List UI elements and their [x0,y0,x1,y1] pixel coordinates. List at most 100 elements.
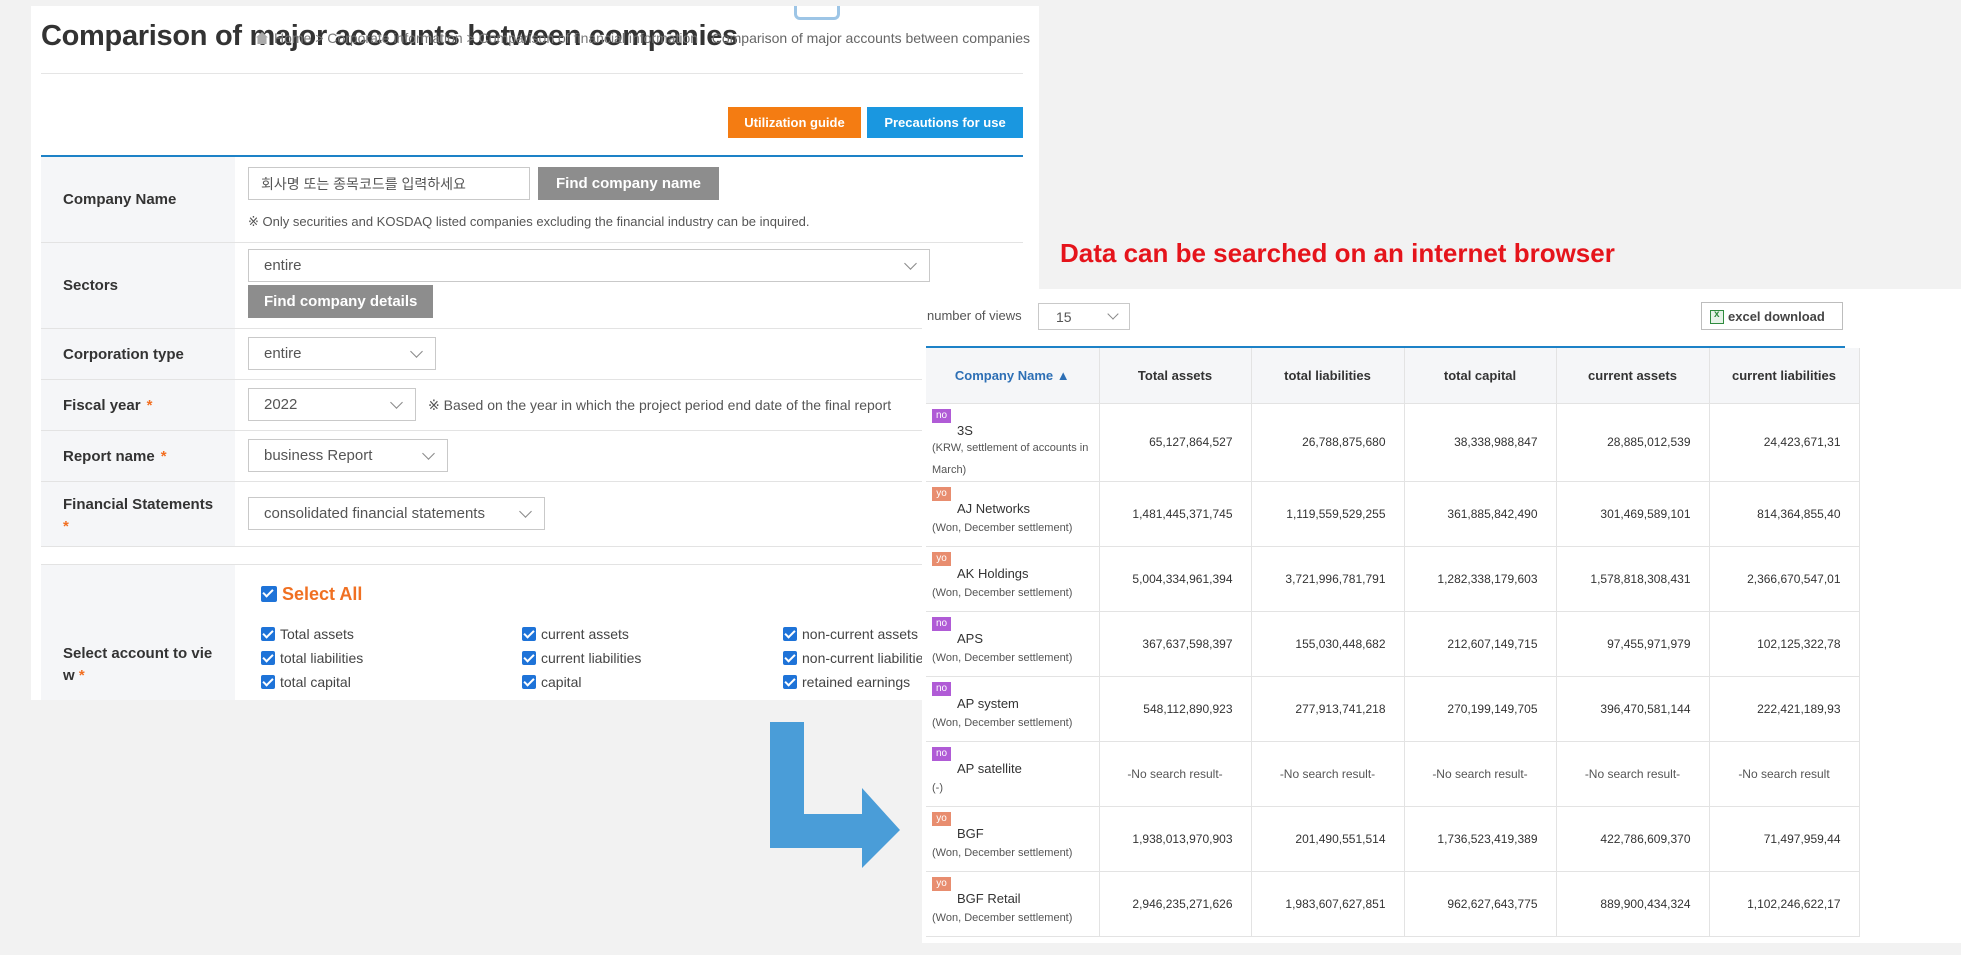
account-checkbox-current-assets[interactable]: current assets [522,626,629,642]
column-header-total-capital[interactable]: total capital [1404,348,1557,404]
value-cell: 65,127,864,527 [1099,403,1252,482]
company-name-link[interactable]: AJ Networks [932,501,1098,517]
company-cell[interactable]: no AP system (Won, December settlement) [926,676,1100,742]
column-header-company-name[interactable]: Company Name ▲ [926,348,1100,404]
company-name-link[interactable]: BGF Retail [932,891,1098,907]
account-checkbox-non-current-assets[interactable]: non-current assets [783,626,918,642]
account-checkbox-current-liabilities[interactable]: current liabilities [522,650,641,666]
corporation-type-select[interactable]: entire [248,337,436,370]
company-cell[interactable]: no 3S (KRW, settlement of accounts in Marc… [926,403,1100,482]
select-account-label-line2: w [63,667,75,684]
value-cell: -No search result- [1404,741,1557,807]
account-checkbox-total-liabilities[interactable]: total liabilities [261,650,363,666]
value-cell: 201,490,551,514 [1251,806,1405,872]
value-cell: 26,788,875,680 [1251,403,1405,482]
settlement-info: (Won, December settlement) [932,846,1073,859]
chevron-down-icon [390,396,403,409]
checkbox-checked-icon [261,651,275,665]
report-name-label-text: Report name [63,447,155,465]
company-cell[interactable]: no AP satellite (-) [926,741,1100,807]
fiscal-year-select[interactable]: 2022 [248,388,416,421]
company-name-link[interactable]: AK Holdings [932,566,1098,582]
company-cell[interactable]: no APS (Won, December settlement) [926,611,1100,677]
fiscal-year-note: ※ Based on the year in which the project… [428,397,892,413]
required-mark: * [146,396,153,414]
company-cell[interactable]: yo AJ Networks (Won, December settlement) [926,481,1100,547]
sectors-value: entire [264,257,302,274]
breadcrumb: Home > Corporate information > Compariso… [256,30,1030,46]
table-row[interactable]: no 3S (KRW, settlement of accounts in Marc… [926,403,1860,482]
corporation-type-label: Corporation type [41,329,235,379]
company-name-row: Company Name 회사명 또는 종목코드를 입력하세요 Find com… [41,157,1023,243]
select-account-section: Select account to vie w * Select All Tot… [41,564,1023,700]
home-icon[interactable] [256,32,268,44]
checkbox-checked-icon [783,651,797,665]
account-checkbox-retained-earnings[interactable]: retained earnings [783,674,910,690]
checkbox-checked-icon [783,675,797,689]
account-label: capital [541,674,582,690]
utilization-guide-button[interactable]: Utilization guide [728,107,861,138]
account-checkbox-capital[interactable]: capital [522,674,581,690]
chevron-down-icon [519,505,532,518]
chevron-down-icon [422,447,435,460]
value-cell: -No search result- [1556,741,1710,807]
company-cell[interactable]: yo BGF Retail (Won, December settlement) [926,871,1100,937]
checkbox-checked-icon [522,627,536,641]
views-value: 15 [1056,308,1072,325]
checkbox-checked-icon [261,675,275,689]
company-name-link[interactable]: AP system [932,696,1098,712]
column-header-total-liabilities[interactable]: total liabilities [1251,348,1405,404]
column-header-current-liabilities[interactable]: current liabilities [1709,348,1860,404]
breadcrumb-trail[interactable]: Home > Corporate information > Compariso… [274,30,712,46]
market-badge: yo [932,486,951,501]
table-row[interactable]: yo AJ Networks (Won, December settlement) 1… [926,481,1860,547]
value-cell: -No search result- [1099,741,1252,807]
arrow-down-right-icon [770,722,900,868]
company-name-link[interactable]: APS [932,631,1098,647]
company-cell[interactable]: yo BGF (Won, December settlement) [926,806,1100,872]
table-row[interactable]: no APS (Won, December settlement) 367,637,5… [926,611,1860,677]
table-row[interactable]: yo AK Holdings (Won, December settlement) 5… [926,546,1860,612]
account-checkbox-non-current-liabilities[interactable]: non-current liabilities [783,650,930,666]
account-label: retained earnings [802,674,911,690]
fiscal-year-value: 2022 [264,396,298,413]
value-cell: 1,983,607,627,851 [1251,871,1405,937]
value-cell: 71,497,959,44 [1709,806,1860,872]
account-checkbox-total-capital[interactable]: total capital [261,674,351,690]
find-company-details-button[interactable]: Find company details [248,285,434,318]
table-row[interactable]: yo BGF (Won, December settlement) 1,938,013… [926,806,1860,872]
checkbox-checked-icon [261,627,275,641]
value-cell: 270,199,149,705 [1404,676,1557,742]
fiscal-year-label: Fiscal year * [41,380,235,430]
table-row[interactable]: no AP system (Won, December settlement) 548… [926,676,1860,742]
company-name-link[interactable]: BGF [932,826,1098,842]
views-select[interactable]: 15 [1038,303,1130,330]
sectors-select[interactable]: entire [248,249,930,282]
value-cell: 3,721,996,781,791 [1251,546,1405,612]
table-row[interactable]: yo BGF Retail (Won, December settlement) 2,… [926,871,1860,937]
account-label: non-current assets [802,626,918,642]
checkbox-checked-icon [522,675,536,689]
value-cell: 1,119,559,529,255 [1251,481,1405,547]
company-cell[interactable]: yo AK Holdings (Won, December settlement) [926,546,1100,612]
views-label: number of views [927,308,1022,323]
window-tab-icon [794,6,840,20]
market-badge: yo [932,551,951,566]
excel-download-button[interactable]: excel download [1701,302,1843,330]
report-name-label: Report name * [41,431,235,481]
report-name-select[interactable]: business Report [248,439,448,472]
column-header-total-assets[interactable]: Total assets [1099,348,1252,404]
account-label: current liabilities [541,650,642,666]
precautions-button[interactable]: Precautions for use [867,107,1023,138]
excel-icon [1710,309,1724,324]
financial-statements-select[interactable]: consolidated financial statements [248,497,545,530]
column-header-current-assets[interactable]: current assets [1556,348,1710,404]
account-label: current assets [541,626,629,642]
select-all-checkbox[interactable]: Select All [261,584,362,605]
find-company-name-button[interactable]: Find company name [538,167,719,200]
account-checkbox-total-assets[interactable]: Total assets [261,626,354,642]
company-name-link[interactable]: AP satellite [932,761,1098,777]
table-row[interactable]: no AP satellite (-) -No search result- -No s… [926,741,1860,807]
market-badge: no [932,746,951,761]
company-search-input[interactable]: 회사명 또는 종목코드를 입력하세요 [248,167,530,200]
